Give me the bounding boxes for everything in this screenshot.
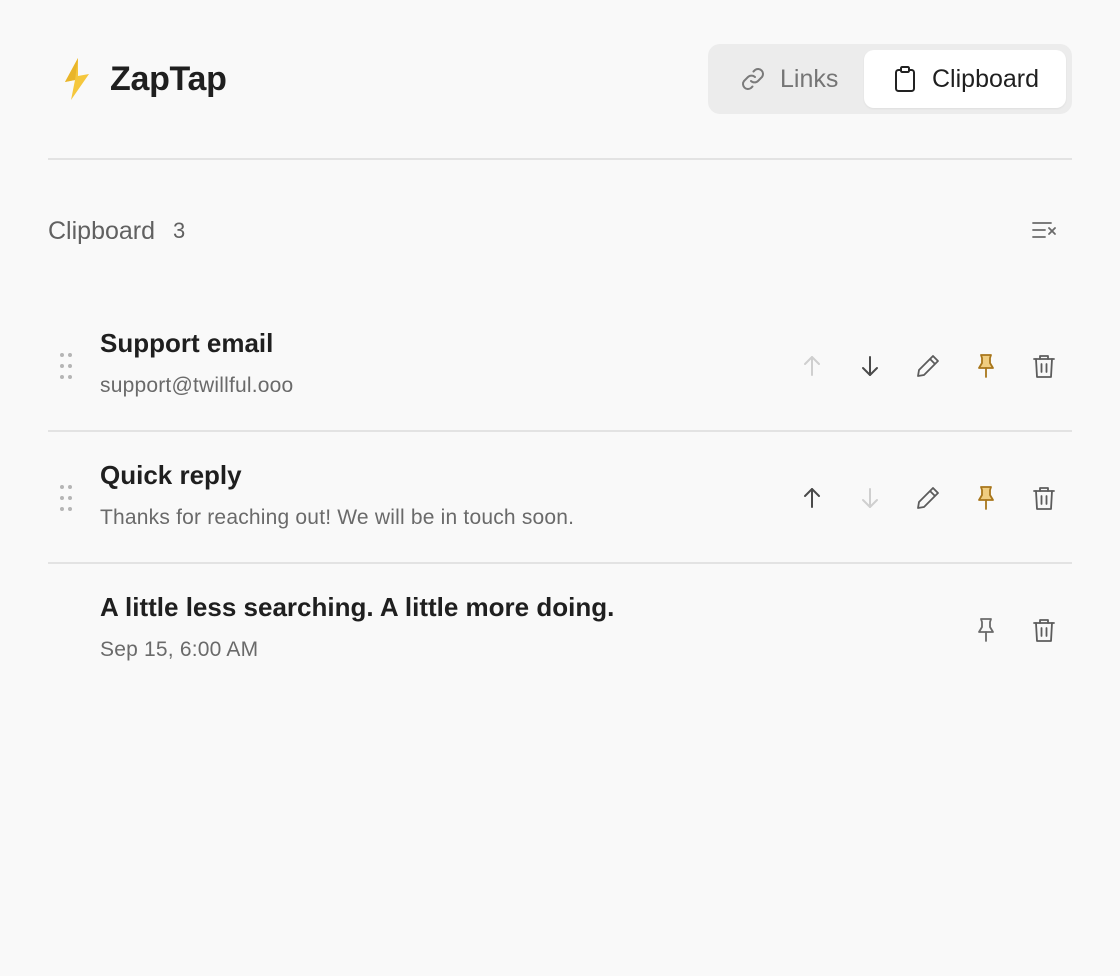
- arrow-up-icon: [804, 488, 820, 508]
- clipboard-item[interactable]: Quick reply Thanks for reaching out! We …: [48, 432, 1072, 564]
- arrow-up-icon: [804, 356, 820, 376]
- move-up-button[interactable]: [794, 348, 830, 384]
- pin-icon: [978, 486, 994, 510]
- app-header: ZapTap Links Clipboard: [48, 44, 1072, 114]
- arrow-down-icon: [862, 488, 878, 508]
- clipboard-item[interactable]: Support email support@twillful.ooo: [48, 300, 1072, 432]
- edit-button[interactable]: [910, 348, 946, 384]
- delete-button[interactable]: [1026, 612, 1062, 648]
- pin-icon: [978, 354, 994, 378]
- trash-icon: [1033, 619, 1055, 642]
- item-content: Thanks for reaching out! We will be in t…: [100, 506, 575, 529]
- trash-icon: [1033, 487, 1055, 510]
- pencil-icon: [917, 355, 939, 377]
- app-name: ZapTap: [110, 59, 227, 98]
- move-down-button[interactable]: [852, 348, 888, 384]
- drag-handle-icon[interactable]: [58, 484, 74, 512]
- lightning-logo-icon: [65, 58, 89, 100]
- arrow-down-icon: [862, 356, 878, 376]
- clear-list-icon: [1032, 222, 1056, 238]
- item-title: Quick reply: [100, 460, 242, 490]
- clear-all-button[interactable]: [1026, 212, 1062, 248]
- header-divider: [48, 158, 1072, 160]
- section-header: Clipboard 3: [48, 214, 185, 248]
- brand: ZapTap: [56, 56, 227, 102]
- pencil-icon: [917, 487, 939, 509]
- trash-icon: [1033, 355, 1055, 378]
- pin-button[interactable]: [968, 612, 1004, 648]
- clipboard-icon: [895, 66, 915, 92]
- link-icon: [742, 68, 764, 90]
- move-down-button[interactable]: [852, 480, 888, 516]
- tab-links[interactable]: Links: [738, 50, 838, 108]
- section-title: Clipboard: [48, 216, 156, 245]
- move-up-button[interactable]: [794, 480, 830, 516]
- pin-button[interactable]: [968, 348, 1004, 384]
- item-title: A little less searching. A little more d…: [100, 592, 615, 622]
- item-content: support@twillful.ooo: [100, 374, 294, 397]
- pin-button[interactable]: [968, 480, 1004, 516]
- view-switcher: Links Clipboard: [708, 44, 1072, 114]
- item-count: 3: [173, 218, 186, 243]
- clipboard-item[interactable]: A little less searching. A little more d…: [48, 564, 1072, 696]
- tab-clipboard[interactable]: Clipboard: [864, 50, 1066, 108]
- tab-links-label: Links: [780, 64, 839, 93]
- delete-button[interactable]: [1026, 348, 1062, 384]
- item-title: Support email: [100, 328, 274, 358]
- drag-handle-icon[interactable]: [58, 352, 74, 380]
- item-timestamp: Sep 15, 6:00 AM: [100, 638, 259, 661]
- pin-outline-icon: [978, 618, 994, 642]
- tab-clipboard-label: Clipboard: [932, 64, 1040, 93]
- delete-button[interactable]: [1026, 480, 1062, 516]
- edit-button[interactable]: [910, 480, 946, 516]
